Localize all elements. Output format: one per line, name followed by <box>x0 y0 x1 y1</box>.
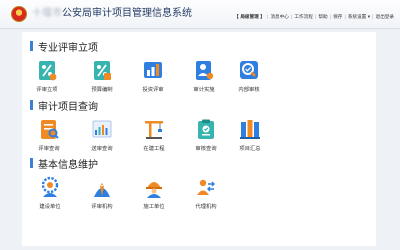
workflow-link[interactable]: 工作流程 <box>294 14 312 20</box>
section-audit-query: 审计项目查询 评审查询 送审查询 在建工程 审核查询 项目汇总 <box>22 98 376 160</box>
budget-percent-icon <box>94 61 111 80</box>
toolbar-separator: | <box>266 14 269 20</box>
logout-link[interactable]: 退出登录 <box>376 14 394 20</box>
tile-review-setup[interactable]: 评审立项 <box>25 59 69 103</box>
section-title: 专业评审立项 <box>30 39 98 54</box>
tile-label: 投资评审 <box>142 87 164 93</box>
tile-label: 在建工程 <box>143 146 165 152</box>
top-bar: 十堰市公安局审计项目管理信息系统 【 局级管理 】 | 消息中心 | 工作流程 … <box>0 0 400 29</box>
settings-dropdown[interactable]: 系统设置 ▾ <box>348 14 370 20</box>
tile-audit-execution[interactable]: 审计实施 <box>182 59 226 103</box>
tile-construction-company[interactable]: 施工单位 <box>132 176 176 220</box>
internal-review-icon <box>240 61 258 79</box>
tile-label: 审核查询 <box>195 146 217 152</box>
toolbar-separator: | <box>290 14 293 20</box>
tile-proxy-agency[interactable]: 代理机构 <box>184 176 228 220</box>
police-emblem-icon <box>11 6 27 22</box>
tile-label: 评审查询 <box>38 146 60 152</box>
tile-label: 项目汇总 <box>239 146 261 152</box>
submit-chart-icon <box>92 120 112 138</box>
messages-link[interactable]: 消息中心 <box>270 14 288 20</box>
tile-label: 建设单位 <box>39 204 61 210</box>
review-search-icon <box>41 120 59 139</box>
current-user: 【 局级管理 】 <box>234 15 265 20</box>
tile-label: 内部审核 <box>238 87 260 93</box>
audit-person-icon <box>196 61 214 80</box>
project-summary-icon <box>240 120 260 139</box>
toolbar-separator: | <box>372 14 374 20</box>
tile-label: 施工单位 <box>143 204 165 210</box>
agency-transfer-icon <box>197 179 215 195</box>
tile-label: 审计实施 <box>193 87 215 93</box>
app-title: 十堰市公安局审计项目管理信息系统 <box>32 7 192 21</box>
toolbar-separator: | <box>314 14 317 20</box>
save-link[interactable]: 保存 <box>333 14 342 20</box>
section-title: 审计项目查询 <box>30 98 98 113</box>
app-title-main: 公安局审计项目管理信息系统 <box>62 8 192 19</box>
worker-helmet-icon <box>146 182 162 198</box>
tile-budget[interactable]: 预算编制 <box>80 59 124 103</box>
gear-person-icon <box>41 176 59 197</box>
top-toolbar: 【 局级管理 】 | 消息中心 | 工作流程 | 帮助 | 保存 | 系统设置 … <box>234 12 394 22</box>
tile-review-agency[interactable]: 评审机构 <box>80 176 124 220</box>
section-basic-info: 基本信息维护 建设单位 评审机构 施工单位 代理机构 <box>22 156 376 236</box>
section-project-review: 专业评审立项 评审立项 预算编制 投资评审 审计实施 内部审核 <box>22 39 376 101</box>
construction-crane-icon <box>145 121 163 139</box>
investment-chart-icon <box>144 62 162 78</box>
toolbar-separator: | <box>344 14 346 20</box>
app-title-city: 十堰市 <box>32 8 62 19</box>
tile-label: 评审机构 <box>91 204 113 210</box>
toolbar-separator: | <box>329 14 332 20</box>
audit-clipboard-icon <box>198 119 214 139</box>
section-title: 基本信息维护 <box>30 156 98 171</box>
tile-internal-review[interactable]: 内部审核 <box>227 59 271 103</box>
content-panel: 专业评审立项 评审立项 预算编制 投资评审 审计实施 内部审核 审计项目查询 评… <box>22 32 376 246</box>
tile-construction-unit[interactable]: 建设单位 <box>28 176 72 220</box>
help-link[interactable]: 帮助 <box>318 14 327 20</box>
percent-document-icon <box>39 61 57 81</box>
tile-investment-review[interactable]: 投资评审 <box>131 59 175 103</box>
tie-person-icon <box>94 182 110 197</box>
tile-label: 预算编制 <box>91 87 113 93</box>
tile-label: 评审立项 <box>36 87 58 93</box>
tile-label: 送审查询 <box>91 146 113 152</box>
tile-label: 代理机构 <box>195 204 217 210</box>
